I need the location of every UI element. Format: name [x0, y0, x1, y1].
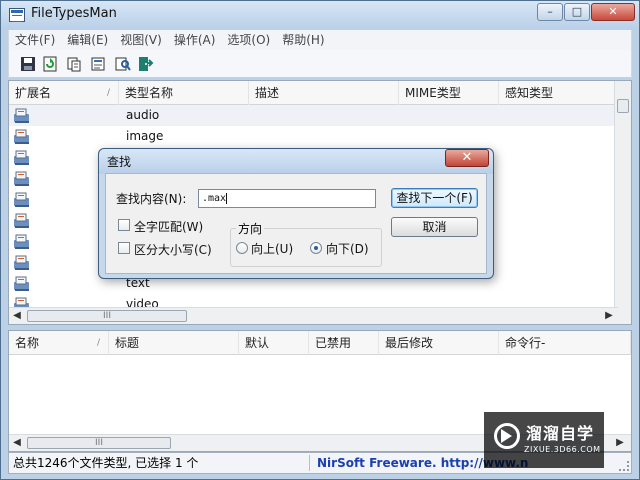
- play-icon: [494, 423, 520, 449]
- file-type-row[interactable]: image: [9, 126, 618, 147]
- search-icon[interactable]: [114, 55, 132, 73]
- actions-horizontal-scroll-thumb[interactable]: III: [27, 437, 171, 449]
- menu-help[interactable]: 帮助(H): [276, 30, 330, 50]
- scroll-right-icon[interactable]: ▶: [601, 308, 617, 324]
- column-command-line[interactable]: 命令行-: [499, 331, 631, 355]
- minimize-button[interactable]: –: [537, 3, 563, 21]
- direction-up-radio[interactable]: [236, 242, 248, 254]
- column-default[interactable]: 默认: [239, 331, 309, 355]
- status-separator: [309, 455, 310, 471]
- scroll-left-icon[interactable]: ◀: [9, 308, 25, 324]
- file-type-icon: [14, 150, 29, 165]
- direction-down-label: 向下(D): [326, 242, 369, 256]
- watermark-url: ZIXUE.3D66.COM: [524, 445, 601, 454]
- direction-down-radio[interactable]: [310, 242, 322, 254]
- find-next-button[interactable]: 查找下一个(F): [391, 188, 478, 208]
- column-perceived-type[interactable]: 感知类型: [499, 81, 616, 105]
- watermark-name: 溜溜自学: [526, 424, 595, 443]
- file-type-name: audio: [126, 108, 160, 122]
- menu-file[interactable]: 文件(F): [9, 30, 61, 50]
- find-dialog-title: 查找: [107, 155, 132, 169]
- column-type-name[interactable]: 类型名称: [119, 81, 249, 105]
- find-input[interactable]: .max: [198, 189, 376, 208]
- window-title: FileTypesMan: [31, 6, 117, 21]
- vertical-scroll-thumb[interactable]: [617, 99, 629, 113]
- text-cursor: [226, 192, 228, 204]
- cancel-button[interactable]: 取消: [391, 217, 478, 237]
- maximize-button[interactable]: □: [564, 3, 590, 21]
- status-count: 总共1246个文件类型, 已选择 1 个: [13, 456, 199, 470]
- column-name[interactable]: 名称 /: [9, 331, 109, 355]
- match-whole-word-checkbox[interactable]: [118, 219, 130, 231]
- actions-header: 名称 / 标题 默认 已禁用 最后修改 命令行-: [9, 331, 631, 355]
- menu-edit[interactable]: 编辑(E): [61, 30, 114, 50]
- direction-up-label: 向上(U): [251, 242, 294, 256]
- direction-label: 方向: [236, 220, 265, 237]
- close-button[interactable]: ✕: [591, 3, 635, 21]
- find-label: 查找内容(N):: [116, 192, 187, 206]
- watermark-logo: 溜溜自学 ZIXUE.3D66.COM: [484, 412, 604, 468]
- file-type-icon: [14, 234, 29, 249]
- horizontal-scroll-thumb[interactable]: III: [27, 310, 187, 322]
- filetypesman-window: FileTypesMan – □ ✕ 文件(F) 编辑(E) 视图(V) 操作(A) 选…: [0, 0, 640, 480]
- direction-group: 方向 向上(U) 向下(D): [230, 220, 382, 267]
- list-header: 扩展名 / 类型名称 描述 MIME类型 感知类型: [9, 81, 631, 105]
- file-type-icon: [14, 108, 29, 123]
- match-case-checkbox[interactable]: [118, 242, 130, 254]
- find-dialog-titlebar[interactable]: 查找 ✕: [99, 149, 493, 174]
- find-dialog: 查找 ✕ 查找内容(N): .max 查找下一个(F) 取消 全字匹配(W) 区…: [98, 148, 494, 279]
- window-titlebar[interactable]: FileTypesMan – □ ✕: [1, 1, 639, 29]
- file-type-icon: [14, 213, 29, 228]
- file-type-name: image: [126, 129, 164, 143]
- app-icon: [9, 8, 25, 22]
- actions-scroll-right-icon[interactable]: ▶: [612, 435, 628, 451]
- resize-grip[interactable]: [619, 461, 629, 471]
- toolbar: [8, 50, 632, 78]
- match-whole-word-label: 全字匹配(W): [134, 220, 204, 234]
- column-extension[interactable]: 扩展名 /: [9, 81, 119, 105]
- menu-actions[interactable]: 操作(A): [168, 30, 222, 50]
- file-type-icon: [14, 129, 29, 144]
- actions-scroll-left-icon[interactable]: ◀: [9, 435, 25, 451]
- menu-view[interactable]: 视图(V): [114, 30, 168, 50]
- file-type-icon: [14, 276, 29, 291]
- copy-icon[interactable]: [65, 55, 83, 73]
- find-dialog-body: 查找内容(N): .max 查找下一个(F) 取消 全字匹配(W) 区分大小写(…: [105, 173, 487, 274]
- menu-bar: 文件(F) 编辑(E) 视图(V) 操作(A) 选项(O) 帮助(H): [8, 30, 632, 50]
- refresh-icon[interactable]: [41, 55, 59, 73]
- match-case-label: 区分大小写(C): [134, 243, 212, 257]
- file-type-icon: [14, 255, 29, 270]
- find-dialog-close-button[interactable]: ✕: [445, 149, 489, 167]
- horizontal-scrollbar[interactable]: ◀ III ▶: [9, 307, 618, 324]
- column-description[interactable]: 描述: [249, 81, 399, 105]
- column-title[interactable]: 标题: [109, 331, 239, 355]
- save-icon[interactable]: [19, 55, 37, 73]
- properties-icon[interactable]: [89, 55, 107, 73]
- menu-options[interactable]: 选项(O): [221, 30, 276, 50]
- file-type-icon: [14, 192, 29, 207]
- file-type-icon: [14, 171, 29, 186]
- column-mime-type[interactable]: MIME类型: [399, 81, 499, 105]
- column-modified[interactable]: 最后修改: [379, 331, 499, 355]
- exit-icon[interactable]: [136, 55, 154, 73]
- vertical-scrollbar[interactable]: [614, 81, 631, 324]
- column-disabled[interactable]: 已禁用: [309, 331, 379, 355]
- file-type-row[interactable]: audio: [9, 105, 618, 126]
